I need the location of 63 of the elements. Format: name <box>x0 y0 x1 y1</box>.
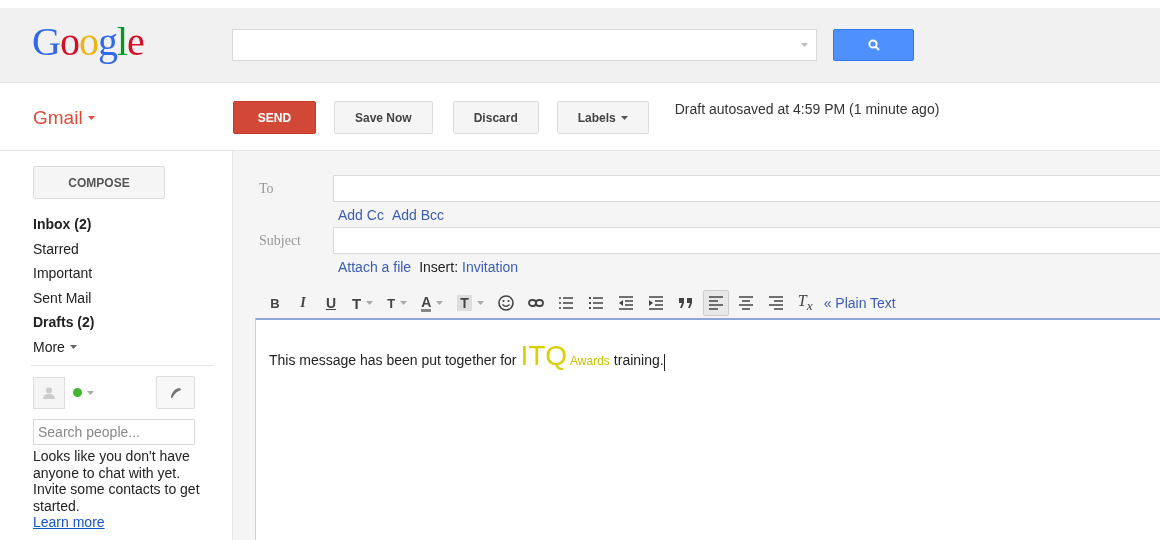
sidebar-item[interactable]: Sent Mail <box>33 285 232 310</box>
text-color-button[interactable]: A <box>416 290 449 316</box>
compose-button[interactable]: COMPOSE <box>33 166 165 199</box>
caret-icon <box>87 116 95 120</box>
to-label: To <box>258 180 275 197</box>
caret-icon <box>366 301 374 305</box>
search-button[interactable] <box>833 29 914 61</box>
sidebar-item[interactable]: More <box>33 334 232 359</box>
search-field[interactable] <box>232 29 817 61</box>
underline-button[interactable]: U <box>319 290 343 316</box>
italic-button[interactable]: I <box>291 290 315 316</box>
align-center-icon <box>737 295 754 311</box>
status-menu[interactable] <box>73 388 94 397</box>
app-menu[interactable]: Gmail <box>0 107 233 129</box>
input-field[interactable] <box>333 175 1160 202</box>
phone-icon <box>169 386 182 399</box>
input-field[interactable] <box>333 227 1160 254</box>
quote-icon <box>677 295 694 311</box>
numbered-list-icon <box>557 295 574 311</box>
sidebar-item[interactable]: Important <box>33 261 232 286</box>
toolbar-button[interactable]: Save Now <box>334 101 433 134</box>
smiley-icon <box>497 295 514 311</box>
toolbar-button[interactable]: Discard <box>452 101 539 134</box>
caret-icon <box>87 390 94 395</box>
size-button[interactable]: T <box>382 290 413 316</box>
clear-format-button[interactable]: T$_{x}$ <box>792 290 818 316</box>
caret-icon <box>69 344 77 349</box>
message-text: This message has been put together for ITQ Awards training. <box>268 339 666 372</box>
search-icon <box>867 39 880 51</box>
caret-icon <box>436 301 444 305</box>
call-button[interactable] <box>156 376 195 409</box>
chat-message: Looks like you don't have anyone to chat with yet. Invite some contacts to get started. <box>33 448 200 514</box>
sidebar-item[interactable]: Inbox (2) <box>33 212 232 237</box>
indent-icon <box>647 295 664 311</box>
bulleted-list-icon <box>587 295 604 311</box>
bold-button[interactable]: B <box>263 290 287 316</box>
attach-link[interactable]: Attach a file <box>338 258 412 275</box>
caret-icon <box>801 43 808 47</box>
message-body-field[interactable]: This message has been put together for ITQ Awards training. <box>255 318 1160 540</box>
align-left-icon <box>707 295 724 311</box>
person-icon <box>43 386 55 399</box>
invitation-link[interactable]: Invitation <box>462 258 519 275</box>
plain-text-link[interactable]: « Plain Text <box>823 295 896 311</box>
toolbar-button[interactable]: SEND <box>233 101 316 134</box>
align-left-button[interactable] <box>702 290 729 316</box>
google-logo: Google <box>31 17 145 65</box>
subject-label: Subject <box>258 232 302 249</box>
search-people-field[interactable]: Search people... <box>33 419 195 445</box>
align-right-icon <box>767 295 784 311</box>
link[interactable]: Add Cc <box>338 206 384 223</box>
insert-label: Insert: <box>419 258 459 275</box>
font-button[interactable]: T <box>347 290 379 316</box>
labels-menu-button[interactable]: Labels <box>556 101 649 134</box>
highlight-button[interactable]: T <box>452 290 489 316</box>
outdent-icon <box>617 295 634 311</box>
caret-icon <box>476 301 484 305</box>
link[interactable]: Add Bcc <box>391 206 445 223</box>
learn-more-link[interactable]: Learn more <box>33 514 105 531</box>
caret-icon <box>400 301 408 305</box>
caret-icon <box>620 115 628 120</box>
autosave-status: Draft autosaved at 4:59 PM (1 minute ago) <box>674 101 940 117</box>
sidebar-item[interactable]: Drafts (2) <box>33 310 232 335</box>
sidebar-item[interactable]: Starred <box>33 236 232 261</box>
